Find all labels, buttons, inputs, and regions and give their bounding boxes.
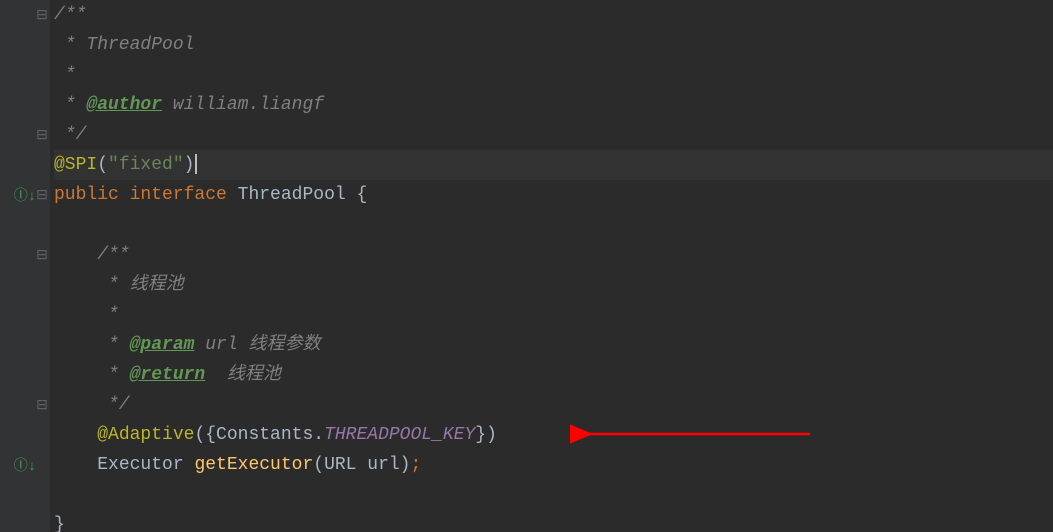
fold-toggle-icon[interactable]: ⊟ — [36, 120, 48, 150]
comment-text: url 线程参数 — [194, 335, 320, 355]
code-line[interactable]: Executor getExecutor(URL url); — [54, 450, 1053, 480]
comment-text: */ — [54, 395, 130, 415]
code-line[interactable]: @SPI("fixed") — [54, 150, 1053, 180]
javadoc-tag: @param — [130, 335, 195, 355]
code-line[interactable]: */ — [54, 120, 1053, 150]
type-name: Executor — [97, 455, 194, 475]
indent — [54, 425, 97, 445]
implements-gutter-icon[interactable]: Ⓘ↓ — [0, 180, 50, 210]
editor-gutter: ⊟ ⊟ ⊟ Ⓘ↓ ⊟ ⊟ Ⓘ↓ — [0, 0, 50, 532]
comment-text: 线程池 — [205, 365, 281, 385]
code-line[interactable]: * 线程池 — [54, 270, 1053, 300]
comment-text: * — [54, 95, 86, 115]
code-line[interactable] — [54, 480, 1053, 510]
annotation: @SPI — [54, 155, 97, 175]
code-line[interactable]: /** — [54, 0, 1053, 30]
code-line[interactable]: * @author william.liangf — [54, 90, 1053, 120]
comment-text: * — [54, 335, 130, 355]
comment-text: william.liangf — [162, 95, 324, 115]
comment-text: * — [54, 305, 119, 325]
paren: ( — [97, 155, 108, 175]
code-line[interactable]: } — [54, 510, 1053, 532]
keyword: public — [54, 185, 130, 205]
code-editor[interactable]: ⊟ ⊟ ⊟ Ⓘ↓ ⊟ ⊟ Ⓘ↓ /** * ThreadPool * * @au… — [0, 0, 1053, 532]
indent — [54, 455, 97, 475]
paren: ({Constants. — [194, 425, 324, 445]
code-line[interactable]: * — [54, 300, 1053, 330]
method-name: getExecutor — [194, 455, 313, 475]
code-line[interactable]: * @param url 线程参数 — [54, 330, 1053, 360]
javadoc-tag: @return — [130, 365, 206, 385]
semicolon: ; — [410, 455, 421, 475]
text-caret — [195, 154, 197, 174]
code-line[interactable]: * @return 线程池 — [54, 360, 1053, 390]
annotation: @Adaptive — [97, 425, 194, 445]
params: (URL url) — [313, 455, 410, 475]
code-line[interactable]: public interface ThreadPool { — [54, 180, 1053, 210]
type-name: ThreadPool { — [238, 185, 368, 205]
code-line[interactable]: @Adaptive({Constants.THREADPOOL_KEY}) — [54, 420, 1053, 450]
code-area[interactable]: /** * ThreadPool * * @author william.lia… — [50, 0, 1053, 532]
comment-text: * — [54, 65, 76, 85]
javadoc-tag: @author — [86, 95, 162, 115]
comment-text: /** — [54, 5, 86, 25]
code-line[interactable]: /** — [54, 240, 1053, 270]
implements-gutter-icon[interactable]: Ⓘ↓ — [0, 450, 50, 480]
keyword: interface — [130, 185, 238, 205]
fold-toggle-icon[interactable]: ⊟ — [36, 0, 48, 30]
static-field: THREADPOOL_KEY — [324, 425, 475, 445]
code-line[interactable]: * — [54, 60, 1053, 90]
fold-toggle-icon[interactable]: ⊟ — [36, 390, 48, 420]
string-literal: "fixed" — [108, 155, 184, 175]
code-line[interactable]: * ThreadPool — [54, 30, 1053, 60]
code-line[interactable]: */ — [54, 390, 1053, 420]
fold-toggle-icon[interactable]: ⊟ — [36, 240, 48, 270]
comment-text: /** — [54, 245, 130, 265]
comment-text: * 线程池 — [54, 275, 184, 295]
paren: }) — [475, 425, 497, 445]
comment-text: * ThreadPool — [54, 35, 194, 55]
paren: ) — [184, 155, 195, 175]
code-line[interactable] — [54, 210, 1053, 240]
comment-text: * — [54, 365, 130, 385]
brace: } — [54, 515, 65, 532]
comment-text: */ — [54, 125, 86, 145]
